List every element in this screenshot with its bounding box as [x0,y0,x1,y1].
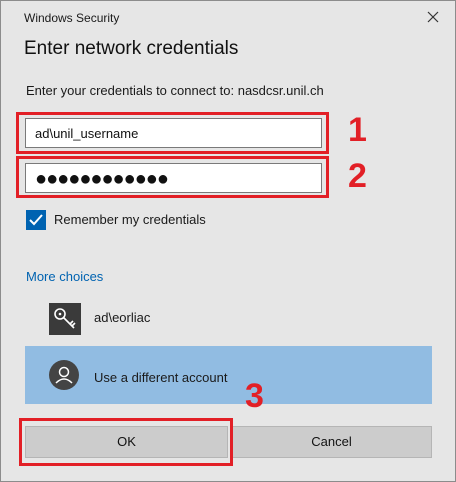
account-label: ad\eorliac [94,310,151,325]
annotation-box-username [16,112,329,154]
annotation-number-3: 3 [245,377,264,415]
key-icon [49,303,81,335]
checkmark-icon [29,214,43,226]
cancel-button[interactable]: Cancel [231,426,432,458]
credentials-dialog: Windows Security Enter network credentia… [0,0,456,482]
remember-checkbox[interactable] [26,210,46,230]
annotation-box-password [16,156,329,198]
account-option-different[interactable]: Use a different account [25,346,432,404]
account-label: Use a different account [94,370,228,385]
close-icon[interactable] [425,9,441,25]
account-option-eorliac[interactable]: ad\eorliac [25,293,432,343]
person-icon [49,360,79,390]
remember-label: Remember my credentials [54,212,206,227]
dialog-heading: Enter network credentials [24,38,239,59]
more-choices-link[interactable]: More choices [26,269,103,284]
annotation-number-2: 2 [348,157,367,195]
connect-prompt: Enter your credentials to connect to: na… [26,83,324,98]
annotation-number-1: 1 [348,111,367,149]
annotation-box-ok [19,418,233,466]
window-title: Windows Security [24,11,120,25]
title-bar: Windows Security [1,1,455,33]
